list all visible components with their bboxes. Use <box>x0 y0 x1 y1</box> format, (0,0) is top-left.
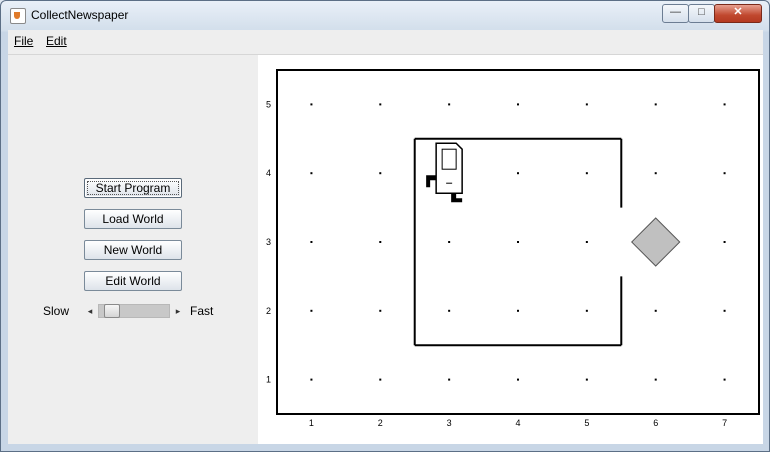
app-window: CollectNewspaper — □ ✕ File Edit Start P… <box>0 0 770 452</box>
menu-edit[interactable]: Edit <box>46 34 67 48</box>
corner-dot <box>723 241 726 243</box>
row-label: 4 <box>266 168 271 178</box>
corner-dot <box>379 378 382 381</box>
slider-thumb[interactable] <box>103 304 120 318</box>
corner-dot <box>723 309 726 312</box>
corner-dot <box>517 172 519 175</box>
java-app-icon <box>10 8 26 24</box>
slider-right-arrow-icon[interactable]: ▸ <box>172 304 184 318</box>
row-label: 1 <box>266 375 271 385</box>
new-world-button[interactable]: New World <box>84 240 182 260</box>
corner-dot <box>310 309 313 312</box>
corner-dot <box>310 103 313 106</box>
corner-dot <box>310 378 313 381</box>
row-label: 3 <box>266 237 271 247</box>
corner-dot <box>448 378 451 381</box>
speed-slider[interactable]: ◂ ▸ <box>84 303 184 319</box>
slider-left-arrow-icon[interactable]: ◂ <box>84 304 96 318</box>
corner-dot <box>585 172 588 175</box>
minimize-button[interactable]: — <box>662 4 689 23</box>
corner-dot <box>723 172 726 175</box>
corner-dot <box>654 172 657 175</box>
corner-dot <box>448 103 451 106</box>
title-bar[interactable]: CollectNewspaper — □ ✕ <box>1 1 769 30</box>
col-label: 2 <box>378 418 383 428</box>
beeper-icon <box>631 217 681 267</box>
corner-dot <box>517 103 519 106</box>
corner-dot <box>723 378 726 381</box>
fast-label: Fast <box>190 304 214 318</box>
corner-dot <box>585 309 588 312</box>
control-panel: Start Program Load World New World Edit … <box>8 55 258 444</box>
row-label: 2 <box>266 306 271 316</box>
edit-world-button[interactable]: Edit World <box>84 271 182 291</box>
corner-dot <box>310 172 313 175</box>
corner-dot <box>310 241 313 243</box>
maximize-button[interactable]: □ <box>688 4 715 23</box>
corner-dot <box>517 241 519 243</box>
col-label: 6 <box>653 418 658 428</box>
corner-dot <box>585 103 588 106</box>
close-button[interactable]: ✕ <box>714 4 762 23</box>
slow-label: Slow <box>43 304 70 318</box>
corner-dot <box>379 172 382 175</box>
corner-dot <box>379 103 382 106</box>
corner-dot <box>448 241 451 243</box>
col-label: 4 <box>515 418 520 428</box>
corner-dot <box>723 103 726 106</box>
karel-robot-icon <box>426 142 463 203</box>
client-area: File Edit Start Program Load World New W… <box>8 30 763 444</box>
start-program-button[interactable]: Start Program <box>84 178 182 198</box>
row-label: 5 <box>266 99 271 109</box>
col-label: 1 <box>309 418 314 428</box>
col-label: 7 <box>722 418 727 428</box>
col-label: 3 <box>447 418 452 428</box>
menu-bar: File Edit <box>8 30 763 55</box>
corner-dot <box>654 103 657 106</box>
corner-dot <box>517 378 519 381</box>
load-world-button[interactable]: Load World <box>84 209 182 229</box>
corner-dot <box>379 241 382 243</box>
corner-dot <box>379 309 382 312</box>
corner-dot <box>585 241 588 243</box>
window-title: CollectNewspaper <box>31 8 129 22</box>
corner-dot <box>517 309 519 312</box>
world-view: 1 2 3 4 5 6 7 1 2 3 4 5 <box>266 69 760 428</box>
corner-dot <box>448 309 451 312</box>
world-canvas[interactable]: 1 2 3 4 5 6 7 1 2 3 4 5 <box>258 55 763 444</box>
corner-dot <box>654 378 657 381</box>
col-label: 5 <box>584 418 589 428</box>
corner-dot <box>654 309 657 312</box>
corner-dot <box>585 378 588 381</box>
menu-file[interactable]: File <box>14 34 33 48</box>
